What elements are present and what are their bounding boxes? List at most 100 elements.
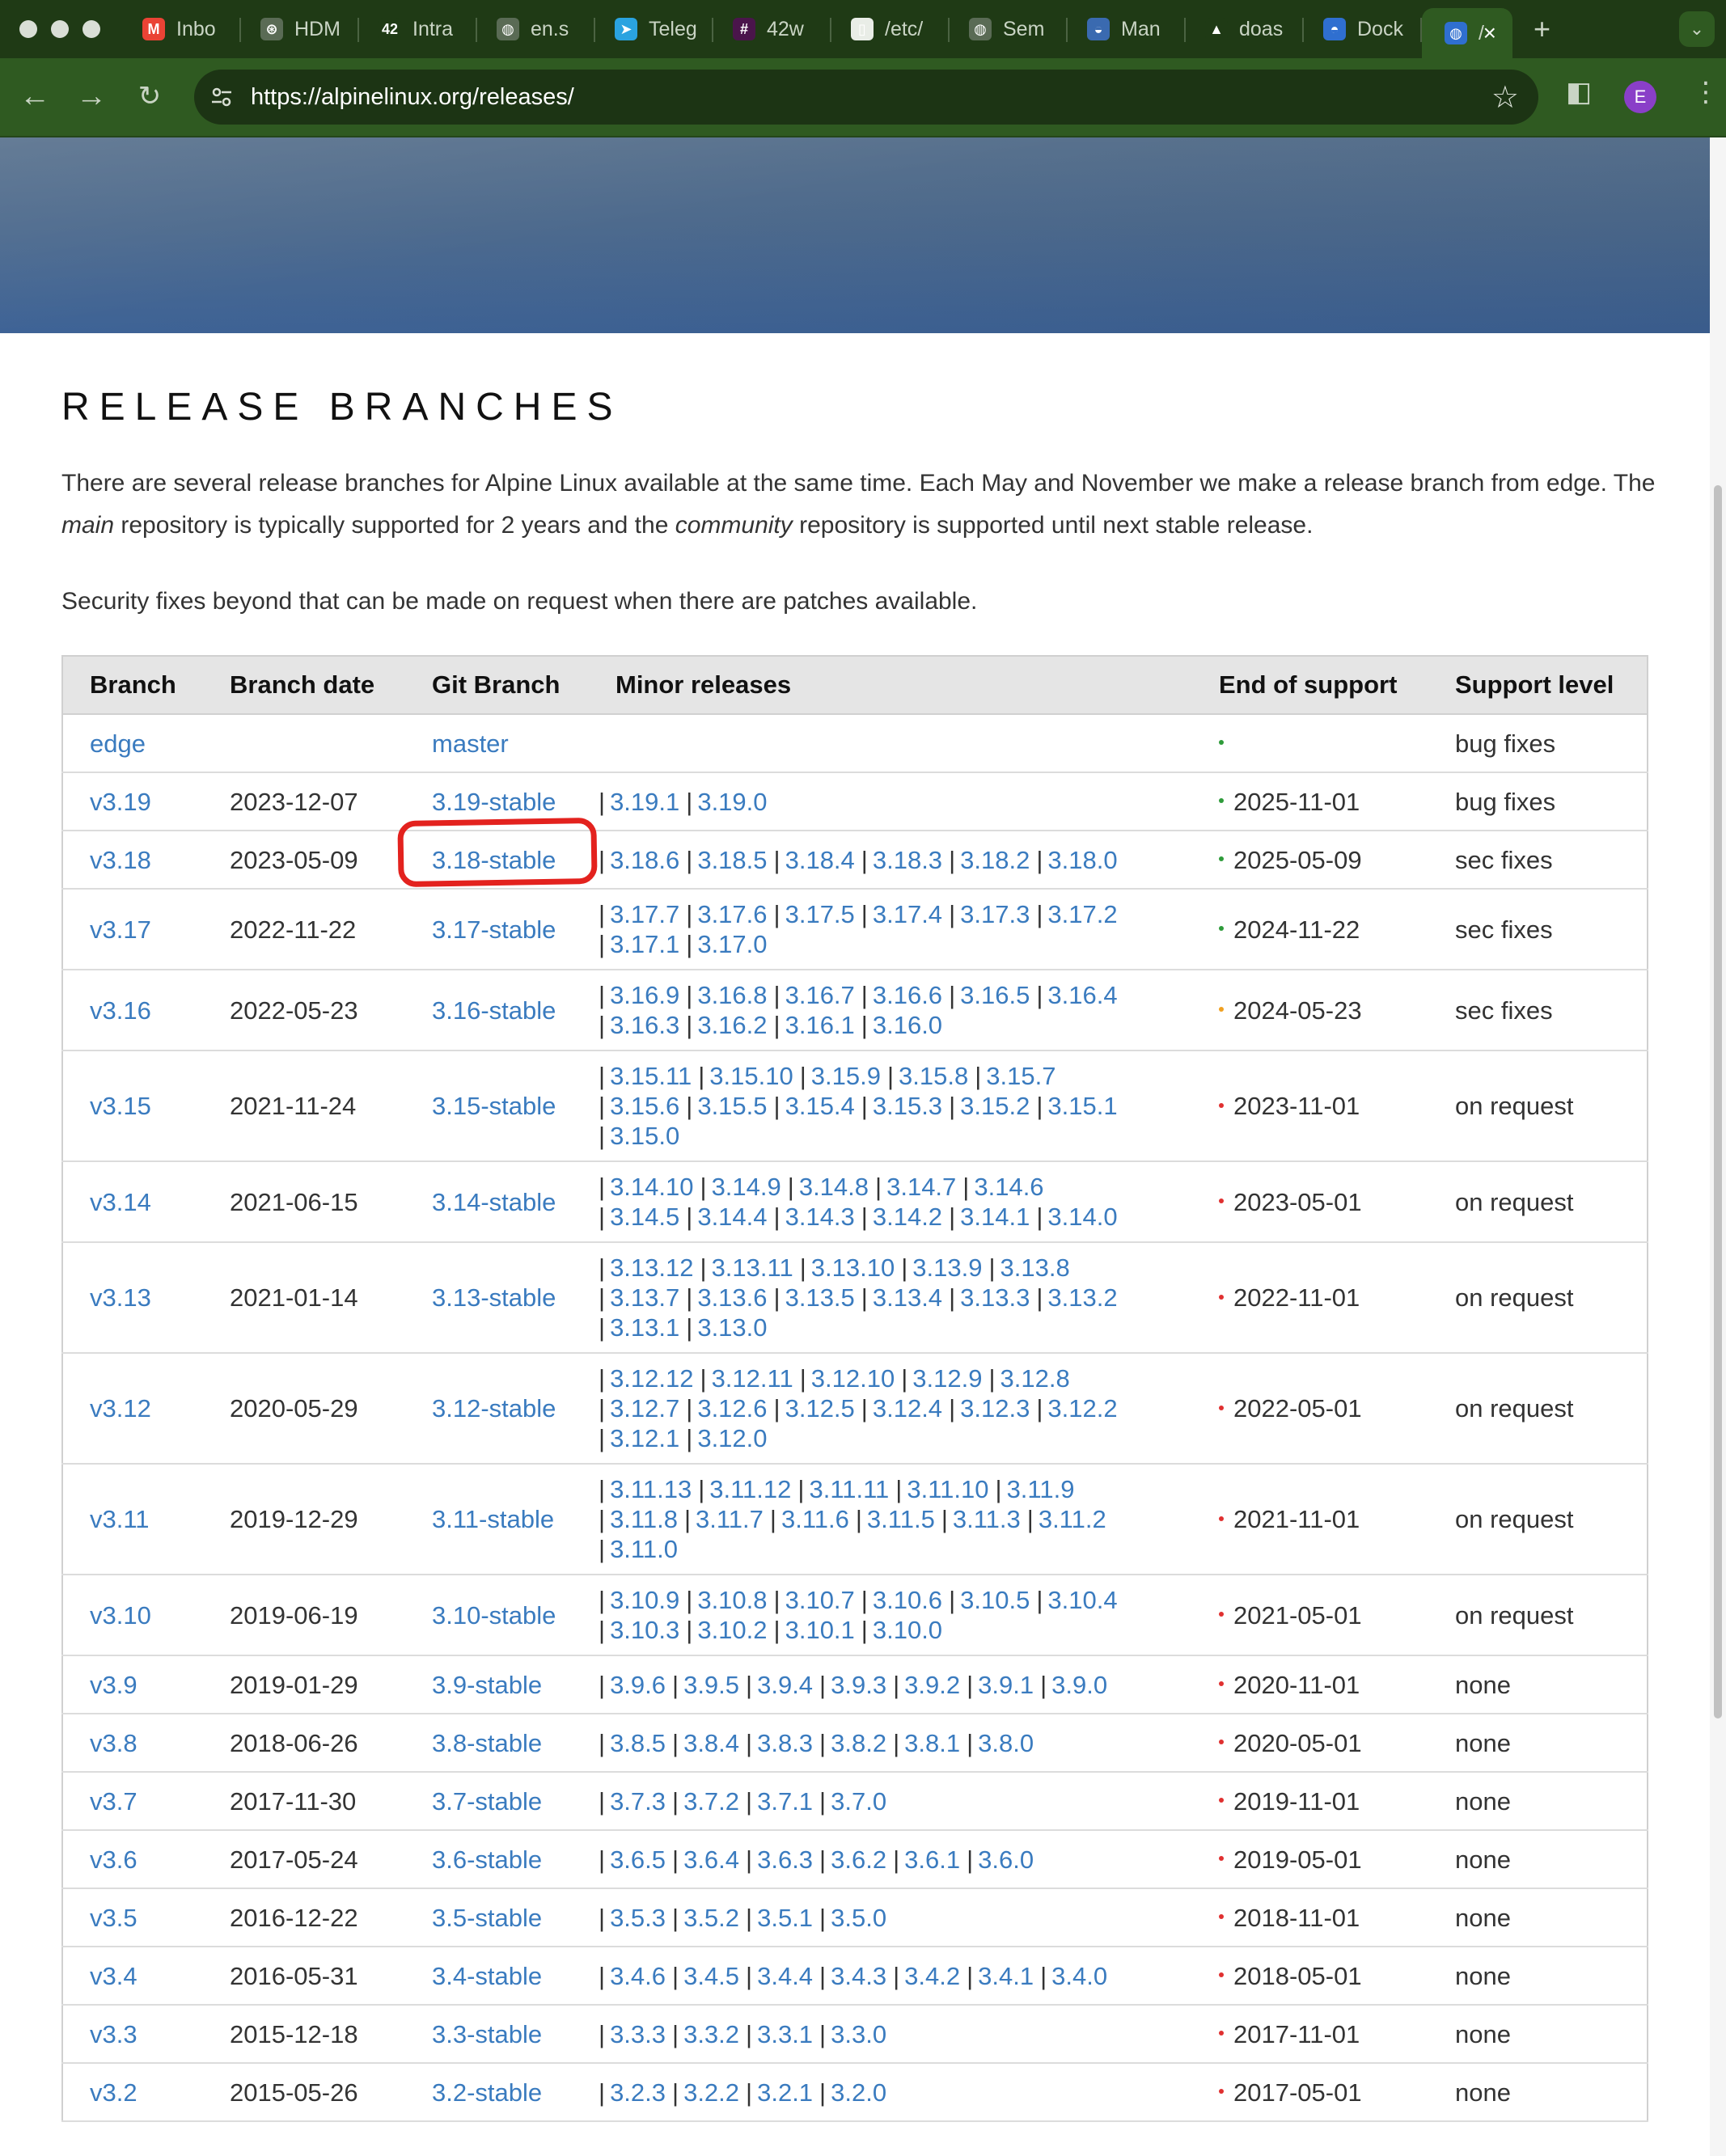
minor-release-link[interactable]: 3.12.12 bbox=[610, 1364, 693, 1393]
minor-release-link[interactable]: 3.17.4 bbox=[873, 900, 942, 928]
git-branch-link[interactable]: 3.4-stable bbox=[432, 1962, 542, 1990]
git-branch-link[interactable]: master bbox=[432, 729, 509, 758]
minor-release-link[interactable]: 3.10.9 bbox=[610, 1586, 679, 1614]
reload-icon[interactable]: ↻ bbox=[131, 78, 168, 115]
minor-release-link[interactable]: 3.18.5 bbox=[697, 846, 767, 874]
minor-release-link[interactable]: 3.14.10 bbox=[610, 1173, 693, 1201]
minor-release-link[interactable]: 3.12.7 bbox=[610, 1394, 679, 1423]
minor-release-link[interactable]: 3.16.4 bbox=[1047, 981, 1117, 1009]
minor-release-link[interactable]: 3.9.4 bbox=[757, 1671, 813, 1699]
git-branch-link[interactable]: 3.11-stable bbox=[432, 1505, 554, 1533]
minor-release-link[interactable]: 3.16.1 bbox=[785, 1011, 855, 1039]
minor-release-link[interactable]: 3.15.9 bbox=[811, 1062, 881, 1090]
minor-release-link[interactable]: 3.2.2 bbox=[683, 2078, 739, 2107]
minor-release-link[interactable]: 3.12.8 bbox=[1000, 1364, 1070, 1393]
git-branch-link[interactable]: 3.17-stable bbox=[432, 915, 556, 944]
browser-tab[interactable]: 42 Intra bbox=[359, 0, 477, 58]
branch-link[interactable]: v3.15 bbox=[90, 1092, 151, 1120]
minor-release-link[interactable]: 3.10.2 bbox=[697, 1616, 767, 1644]
minor-release-link[interactable]: 3.17.1 bbox=[610, 930, 679, 958]
minor-release-link[interactable]: 3.12.5 bbox=[785, 1394, 855, 1423]
browser-tab[interactable]: ◒ Man bbox=[1068, 0, 1186, 58]
profile-avatar[interactable]: E bbox=[1624, 81, 1656, 113]
branch-link[interactable]: v3.13 bbox=[90, 1283, 151, 1312]
browser-tab[interactable]: ⊛ HDM bbox=[241, 0, 359, 58]
minor-release-link[interactable]: 3.18.6 bbox=[610, 846, 679, 874]
minor-release-link[interactable]: 3.11.0 bbox=[610, 1535, 678, 1563]
minor-release-link[interactable]: 3.4.2 bbox=[904, 1962, 960, 1990]
minor-release-link[interactable]: 3.16.0 bbox=[873, 1011, 942, 1039]
minor-release-link[interactable]: 3.6.1 bbox=[904, 1845, 960, 1874]
minor-release-link[interactable]: 3.10.7 bbox=[785, 1586, 855, 1614]
minor-release-link[interactable]: 3.15.2 bbox=[960, 1092, 1030, 1120]
branch-link[interactable]: edge bbox=[90, 729, 146, 758]
branch-link[interactable]: v3.19 bbox=[90, 788, 151, 816]
minor-release-link[interactable]: 3.12.10 bbox=[811, 1364, 895, 1393]
minor-release-link[interactable]: 3.7.3 bbox=[610, 1787, 666, 1816]
minor-release-link[interactable]: 3.6.4 bbox=[683, 1845, 739, 1874]
git-branch-link[interactable]: 3.19-stable bbox=[432, 788, 556, 816]
minor-release-link[interactable]: 3.16.8 bbox=[697, 981, 767, 1009]
minor-release-link[interactable]: 3.8.3 bbox=[757, 1729, 813, 1757]
minor-release-link[interactable]: 3.14.7 bbox=[886, 1173, 956, 1201]
minor-release-link[interactable]: 3.15.11 bbox=[610, 1062, 692, 1090]
git-branch-link[interactable]: 3.16-stable bbox=[432, 996, 556, 1025]
scrollbar-thumb[interactable] bbox=[1714, 485, 1722, 1718]
minor-release-link[interactable]: 3.12.9 bbox=[912, 1364, 982, 1393]
minor-release-link[interactable]: 3.3.2 bbox=[683, 2020, 739, 2048]
minor-release-link[interactable]: 3.17.2 bbox=[1047, 900, 1117, 928]
minor-release-link[interactable]: 3.9.6 bbox=[610, 1671, 666, 1699]
minor-release-link[interactable]: 3.13.2 bbox=[1047, 1283, 1117, 1312]
minor-release-link[interactable]: 3.14.4 bbox=[697, 1203, 767, 1231]
minor-release-link[interactable]: 3.2.3 bbox=[610, 2078, 666, 2107]
browser-tab[interactable]: ◍ / × bbox=[1422, 8, 1512, 58]
branch-link[interactable]: v3.9 bbox=[90, 1671, 137, 1699]
minor-release-link[interactable]: 3.8.1 bbox=[904, 1729, 960, 1757]
minor-release-link[interactable]: 3.11.2 bbox=[1039, 1505, 1106, 1533]
browser-tab[interactable]: ➤ Teleg bbox=[595, 0, 713, 58]
minor-release-link[interactable]: 3.11.6 bbox=[781, 1505, 849, 1533]
browser-tab[interactable]: ◍ Sem bbox=[950, 0, 1068, 58]
minor-release-link[interactable]: 3.9.5 bbox=[683, 1671, 739, 1699]
minor-release-link[interactable]: 3.13.12 bbox=[610, 1253, 693, 1282]
branch-link[interactable]: v3.5 bbox=[90, 1904, 137, 1932]
git-branch-link[interactable]: 3.6-stable bbox=[432, 1845, 542, 1874]
minor-release-link[interactable]: 3.4.1 bbox=[978, 1962, 1034, 1990]
minor-release-link[interactable]: 3.9.1 bbox=[978, 1671, 1034, 1699]
minor-release-link[interactable]: 3.17.5 bbox=[785, 900, 855, 928]
minor-release-link[interactable]: 3.7.0 bbox=[831, 1787, 886, 1816]
branch-link[interactable]: v3.10 bbox=[90, 1601, 151, 1630]
forward-arrow-icon[interactable]: → bbox=[73, 78, 110, 115]
minor-release-link[interactable]: 3.11.12 bbox=[709, 1475, 791, 1503]
close-tab-icon[interactable]: × bbox=[1483, 20, 1496, 46]
browser-tab[interactable]: #42w bbox=[713, 0, 831, 58]
minor-release-link[interactable]: 3.17.7 bbox=[610, 900, 679, 928]
minor-release-link[interactable]: 3.4.3 bbox=[831, 1962, 886, 1990]
minor-release-link[interactable]: 3.15.8 bbox=[899, 1062, 968, 1090]
branch-link[interactable]: v3.18 bbox=[90, 846, 151, 874]
minor-release-link[interactable]: 3.17.0 bbox=[697, 930, 767, 958]
minor-release-link[interactable]: 3.17.6 bbox=[697, 900, 767, 928]
minor-release-link[interactable]: 3.7.2 bbox=[683, 1787, 739, 1816]
minor-release-link[interactable]: 3.12.6 bbox=[697, 1394, 767, 1423]
git-branch-link[interactable]: 3.7-stable bbox=[432, 1787, 542, 1816]
minor-release-link[interactable]: 3.3.1 bbox=[757, 2020, 813, 2048]
minimize-window-button[interactable] bbox=[51, 20, 69, 38]
minor-release-link[interactable]: 3.2.0 bbox=[831, 2078, 886, 2107]
git-branch-link[interactable]: 3.12-stable bbox=[432, 1394, 556, 1423]
minor-release-link[interactable]: 3.10.1 bbox=[785, 1616, 855, 1644]
back-arrow-icon[interactable]: ← bbox=[16, 78, 53, 115]
branch-link[interactable]: v3.8 bbox=[90, 1729, 137, 1757]
minor-release-link[interactable]: 3.18.3 bbox=[873, 846, 942, 874]
minor-release-link[interactable]: 3.12.11 bbox=[712, 1364, 793, 1393]
minor-release-link[interactable]: 3.8.2 bbox=[831, 1729, 886, 1757]
minor-release-link[interactable]: 3.13.8 bbox=[1000, 1253, 1070, 1282]
minor-release-link[interactable]: 3.14.9 bbox=[712, 1173, 781, 1201]
minor-release-link[interactable]: 3.3.3 bbox=[610, 2020, 666, 2048]
minor-release-link[interactable]: 3.12.0 bbox=[697, 1424, 767, 1452]
minor-release-link[interactable]: 3.8.5 bbox=[610, 1729, 666, 1757]
minor-release-link[interactable]: 3.15.0 bbox=[610, 1122, 679, 1150]
minor-release-link[interactable]: 3.14.5 bbox=[610, 1203, 679, 1231]
minor-release-link[interactable]: 3.13.11 bbox=[712, 1253, 793, 1282]
minor-release-link[interactable]: 3.8.0 bbox=[978, 1729, 1034, 1757]
